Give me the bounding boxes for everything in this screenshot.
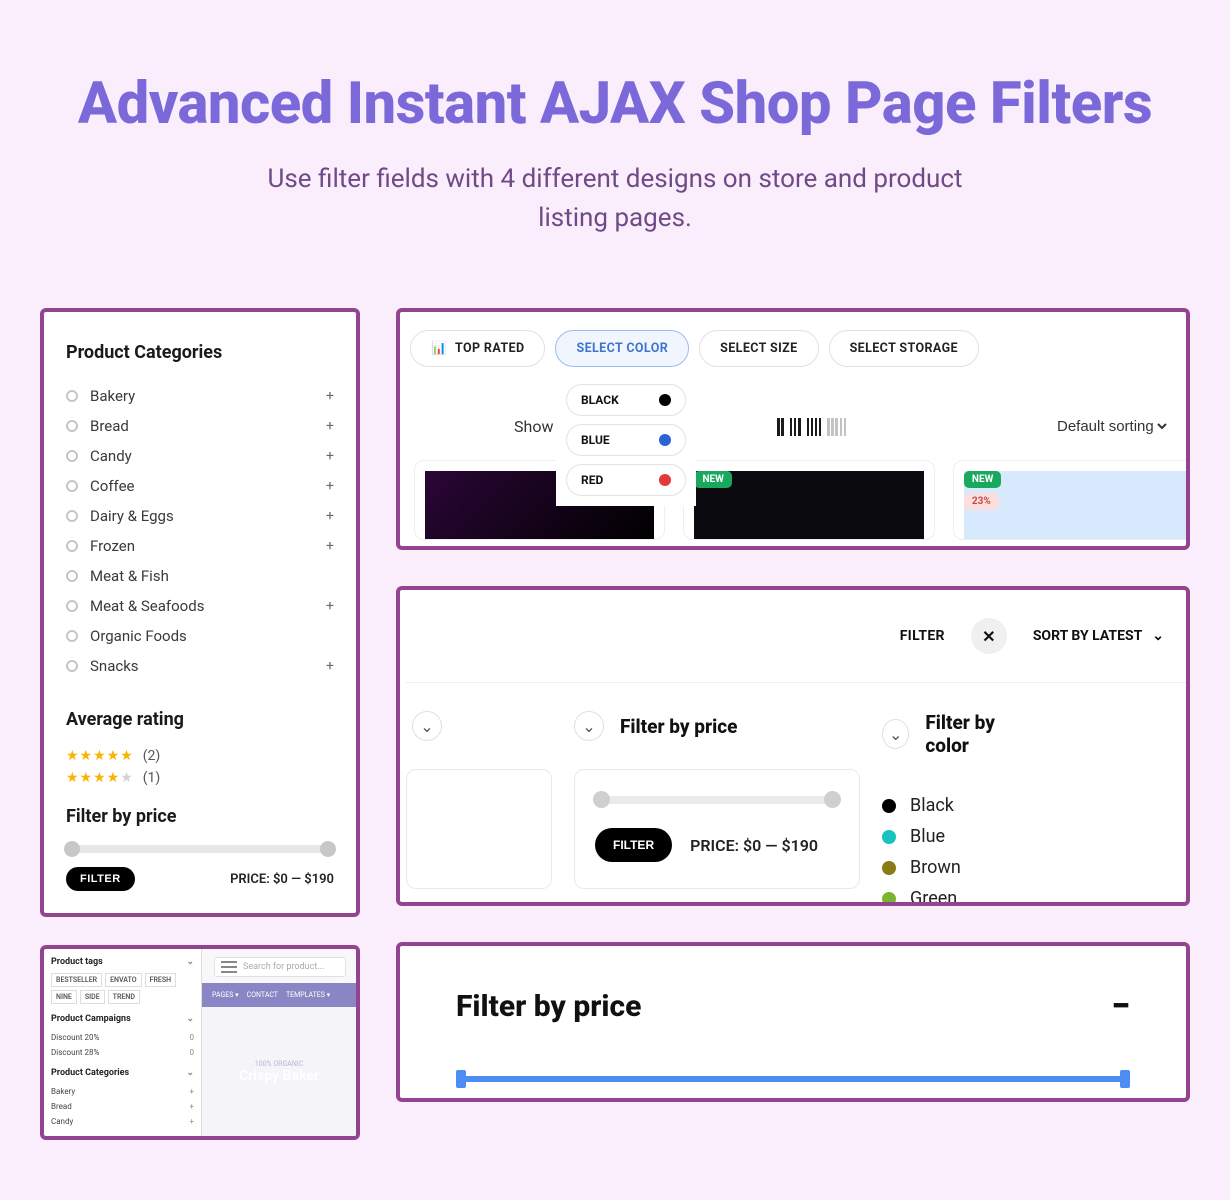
price-slider[interactable] — [595, 796, 839, 804]
category-item[interactable]: Dairy & Eggs+ — [66, 501, 334, 531]
category-item[interactable]: Candy+ — [51, 1114, 194, 1129]
category-item[interactable]: Bread+ — [66, 411, 334, 441]
color-option[interactable]: BLACK — [566, 384, 686, 416]
color-item[interactable]: Black — [882, 795, 1032, 816]
categories-heading: Product Categories — [66, 342, 334, 363]
top-rated-button[interactable]: 📊TOP RATED — [410, 330, 545, 367]
hero-banner: 100% ORGANIC Crispy Baker — [202, 1007, 356, 1136]
chevron-down-icon: ⌄ — [1152, 628, 1164, 644]
expand-icon[interactable]: + — [326, 508, 334, 524]
category-item[interactable]: Bakery+ — [66, 381, 334, 411]
select-storage-button[interactable]: SELECT STORAGE — [829, 330, 979, 367]
top-nav[interactable]: PAGES ▾ CONTACT TEMPLATES ▾ — [202, 983, 356, 1007]
price-slider[interactable] — [66, 845, 334, 853]
color-item[interactable]: Green — [882, 888, 1032, 906]
expand-icon[interactable]: + — [326, 598, 334, 614]
expand-icon[interactable]: + — [326, 388, 334, 404]
filter-button[interactable]: FILTER — [66, 867, 135, 891]
color-option[interactable]: BLUE — [566, 424, 686, 456]
tag[interactable]: FRESH — [145, 973, 176, 987]
tag[interactable]: ENVATO — [105, 973, 141, 987]
color-item[interactable]: Blue — [882, 826, 1032, 847]
category-item[interactable]: Organic Foods — [66, 621, 334, 651]
nav-item[interactable]: TEMPLATES ▾ — [286, 991, 330, 999]
accordion-filters-card: FILTER ✕ SORT BY LATEST⌄ ⌄ ⌄ Filter by pr… — [396, 586, 1190, 906]
filter-box — [406, 769, 552, 889]
campaign-item[interactable]: Discount 28%0 — [51, 1045, 194, 1060]
category-item[interactable]: Meat & Seafoods+ — [66, 591, 334, 621]
close-icon[interactable]: ✕ — [971, 618, 1007, 654]
category-item[interactable]: Snacks+ — [66, 651, 334, 681]
rating-row[interactable]: ★★★★★(2) — [66, 748, 334, 764]
filter-by-price-heading: Filter by price — [456, 989, 641, 1024]
page-title: Advanced Instant AJAX Shop Page Filters — [40, 70, 1190, 138]
discount-badge: 23% — [964, 493, 999, 510]
price-slider[interactable] — [456, 1076, 1130, 1082]
filter-by-color-heading: Filter by color — [925, 711, 1032, 757]
tag[interactable]: SIDE — [80, 990, 105, 1004]
menu-icon — [221, 961, 237, 973]
color-dropdown: BLACK BLUE RED — [556, 374, 696, 506]
filter-price-heading: Filter by price — [66, 806, 334, 827]
product-tags-heading[interactable]: Product tags⌄ — [51, 957, 194, 967]
grid-view-icons[interactable] — [777, 418, 846, 436]
expand-icon[interactable]: + — [326, 658, 334, 674]
product-campaigns-heading[interactable]: Product Campaigns⌄ — [51, 1014, 194, 1024]
filter-by-price-heading: Filter by price — [620, 715, 737, 738]
page-subtitle: Use filter fields with 4 different desig… — [255, 160, 975, 238]
filter-label: FILTER — [900, 628, 945, 644]
select-size-button[interactable]: SELECT SIZE — [699, 330, 818, 367]
color-item[interactable]: Brown — [882, 857, 1032, 878]
category-item[interactable]: Bakery+ — [51, 1084, 194, 1099]
product-card[interactable]: NEW — [683, 460, 934, 540]
expand-icon[interactable]: + — [326, 448, 334, 464]
campaign-item[interactable]: Discount 20%0 — [51, 1030, 194, 1045]
category-item[interactable]: Bread+ — [51, 1099, 194, 1114]
chevron-down-icon[interactable]: ⌄ — [882, 719, 909, 749]
avg-rating-heading: Average rating — [66, 709, 334, 730]
filter-button[interactable]: FILTER — [595, 828, 672, 862]
category-item[interactable]: Candy+ — [66, 441, 334, 471]
chevron-down-icon[interactable]: ⌄ — [574, 711, 604, 741]
price-range-text: PRICE: $0 — $190 — [230, 872, 334, 887]
rating-row[interactable]: ★★★★★(1) — [66, 770, 334, 786]
chevron-down-icon[interactable]: ⌄ — [412, 711, 442, 741]
sort-select[interactable]: Default sorting — [1053, 417, 1170, 436]
nav-item[interactable]: CONTACT — [247, 991, 278, 999]
price-range-text: PRICE: $0 — $190 — [690, 836, 818, 855]
dropdown-filters-card: 📊TOP RATED SELECT COLOR SELECT SIZE SELE… — [396, 308, 1190, 550]
tag[interactable]: NINE — [51, 990, 77, 1004]
chart-icon: 📊 — [431, 341, 447, 356]
expand-icon[interactable]: + — [326, 478, 334, 494]
category-item[interactable]: Meat & Fish — [66, 561, 334, 591]
product-card[interactable]: NEW 23% — [953, 460, 1190, 540]
color-option[interactable]: RED — [566, 464, 686, 496]
sidebar-filters-card: Product Categories Bakery+Bread+Candy+Co… — [40, 308, 360, 917]
collapse-icon[interactable]: − — [1111, 986, 1130, 1026]
price-slider-card: Filter by price − — [396, 942, 1190, 1102]
tag[interactable]: BESTSELLER — [51, 973, 102, 987]
product-categories-heading[interactable]: Product Categories⌄ — [51, 1068, 194, 1078]
new-badge: NEW — [694, 471, 731, 488]
new-badge: NEW — [964, 471, 1001, 488]
select-color-button[interactable]: SELECT COLOR — [555, 330, 689, 367]
mini-filters-card: Product tags⌄ BESTSELLERENVATOFRESHNINES… — [40, 945, 360, 1140]
tag[interactable]: TREND — [108, 990, 140, 1004]
nav-item[interactable]: PAGES ▾ — [212, 991, 239, 999]
category-item[interactable]: Frozen+ — [66, 531, 334, 561]
category-item[interactable]: Coffee+ — [66, 471, 334, 501]
search-input[interactable]: Search for product... — [214, 957, 346, 977]
expand-icon[interactable]: + — [326, 538, 334, 554]
expand-icon[interactable]: + — [326, 418, 334, 434]
sort-by-latest[interactable]: SORT BY LATEST⌄ — [1033, 628, 1164, 644]
